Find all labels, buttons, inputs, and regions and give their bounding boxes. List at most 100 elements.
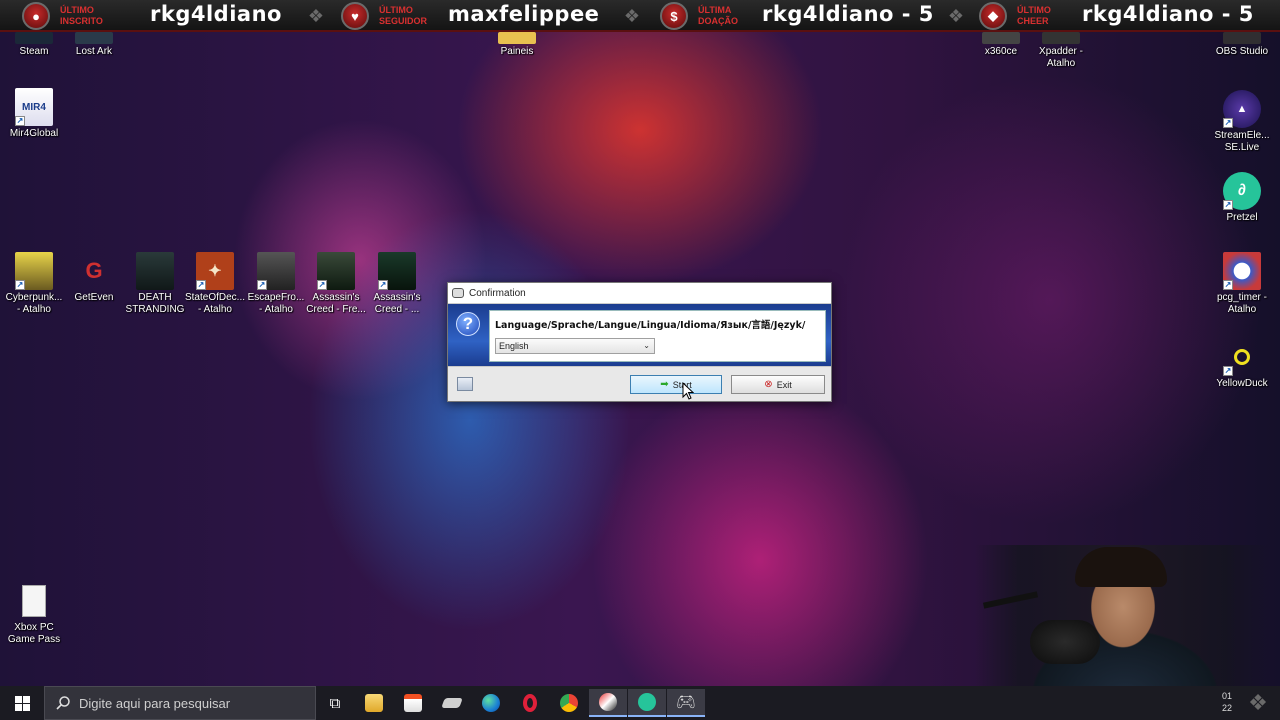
desktop-icon-assassins-1[interactable]: ↗ Assassin's Creed - Fre... — [305, 252, 367, 316]
opera-button[interactable] — [511, 689, 549, 717]
icon-label: Lost Ark — [75, 46, 113, 57]
pretzel-icon — [638, 693, 656, 711]
search-input[interactable] — [79, 695, 299, 711]
desktop-icon-lost-ark[interactable]: Lost Ark — [63, 32, 125, 58]
language-select-value: English — [499, 341, 529, 351]
file-explorer-button[interactable] — [355, 689, 393, 717]
overlay-corner-ornament: ❖ — [1248, 690, 1268, 715]
arrow-right-icon: ➡ — [660, 379, 669, 390]
desktop-icon-paineis[interactable]: Paineis — [486, 32, 548, 58]
icon-label: StateOfDec... - Atalho — [184, 292, 246, 315]
close-circle-icon: ⊗ — [764, 379, 773, 390]
desktop-icon-xpadder[interactable]: Xpadder - Atalho — [1030, 32, 1092, 70]
desktop-icon-assassins-2[interactable]: ↗ Assassin's Creed - ... — [366, 252, 428, 316]
document-icon — [15, 582, 53, 620]
webcam-person-hair — [1075, 547, 1167, 587]
dialog-body: ? Language/Sprache/Langue/Lingua/Idioma/… — [448, 304, 831, 366]
desktop-icon-pretzel[interactable]: ∂ ↗ Pretzel — [1211, 172, 1273, 224]
overlay-value: rkg4ldiano — [150, 2, 282, 26]
desktop-icon-mir4[interactable]: MIR4 ↗ Mir4Global — [3, 88, 65, 140]
start-button[interactable]: ➡ Start — [630, 375, 722, 394]
overlay-divider-ornament: ❖ — [623, 6, 641, 26]
taskbar-search[interactable] — [44, 686, 316, 720]
desktop-icon-xbox[interactable]: Xbox PC Game Pass — [3, 582, 65, 646]
webcam-overlay — [975, 545, 1270, 686]
app-button[interactable] — [433, 689, 471, 717]
desktop-icon-steam[interactable]: Steam — [3, 32, 65, 58]
desktop-icon-escapefrom[interactable]: ↗ EscapeFro... - Atalho — [245, 252, 307, 316]
icon-label: Mir4Global — [9, 128, 59, 139]
mouse-cursor-icon — [682, 382, 694, 400]
start-menu-button[interactable] — [0, 686, 44, 720]
overlay-value: rkg4ldiano - 5 — [1082, 2, 1254, 26]
streamelements-icon: ▲ ↗ — [1223, 90, 1261, 128]
icon-label: YellowDuck — [1216, 378, 1268, 389]
question-icon: ? — [456, 312, 480, 336]
stateofdecay-icon: ✦ ↗ — [196, 252, 234, 290]
mic-arm — [982, 591, 1039, 609]
task-view-button[interactable]: ⧉ — [316, 689, 354, 717]
store-button[interactable] — [394, 689, 432, 717]
cyberpunk-icon: ↗ — [15, 252, 53, 290]
desktop-icon-cyberpunk[interactable]: ↗ Cyberpunk... - Atalho — [3, 252, 65, 316]
window-icon — [457, 377, 473, 391]
icon-label: Xpadder - Atalho — [1039, 46, 1083, 69]
confirmation-dialog: Confirmation ? Language/Sprache/Langue/L… — [447, 282, 832, 402]
game-icon — [599, 693, 617, 711]
dialog-title: Confirmation — [469, 287, 526, 299]
exit-button[interactable]: ⊗ Exit — [731, 375, 825, 394]
dialog-title-bar[interactable]: Confirmation — [448, 283, 831, 304]
icon-label: x360ce — [984, 46, 1018, 57]
overlay-divider-ornament: ❖ — [947, 6, 965, 26]
microphone-icon — [1030, 620, 1100, 664]
file-explorer-icon — [365, 694, 383, 712]
icon-label: Cyberpunk... - Atalho — [5, 292, 63, 315]
exit-button-label: Exit — [776, 379, 792, 390]
overlay-label: Último seguidor — [379, 5, 428, 26]
controller-icon: 🎮︎ — [675, 694, 697, 711]
death-stranding-icon — [136, 252, 174, 290]
app-icon — [441, 698, 463, 708]
clock-time: 01 — [1221, 691, 1232, 701]
icon-label: Assassin's Creed - Fre... — [306, 292, 366, 315]
pretzel-button[interactable] — [628, 689, 666, 717]
overlay-label: Último inscrito — [60, 5, 103, 26]
obs-icon — [1223, 32, 1261, 44]
game-button[interactable] — [589, 689, 627, 717]
overlay-divider-ornament: ❖ — [307, 6, 325, 26]
desktop-icon-geteven[interactable]: G GetEven — [63, 252, 125, 304]
yellowduck-icon: ↗ — [1223, 338, 1261, 376]
escapefrom-icon: ↗ — [257, 252, 295, 290]
icon-label: DEATH STRANDING — [125, 292, 185, 315]
assassins-creed-icon: ↗ — [378, 252, 416, 290]
user-icon: ● — [22, 2, 50, 30]
overlay-label: Último cheer — [1017, 5, 1051, 26]
chrome-button[interactable] — [550, 689, 588, 717]
desktop-icon-pcg-timer[interactable]: ↗ pcg_timer - Atalho — [1211, 252, 1273, 316]
system-clock[interactable]: 01 22 — [1222, 690, 1232, 714]
opera-icon — [523, 694, 537, 712]
overlay-value: rkg4ldiano - 5 — [762, 2, 934, 26]
desktop-icon-stateofdecay[interactable]: ✦ ↗ StateOfDec... - Atalho — [184, 252, 246, 316]
controller-button[interactable]: 🎮︎ — [667, 689, 705, 717]
pcg-timer-icon: ↗ — [1223, 252, 1261, 290]
lost-ark-icon — [75, 32, 113, 44]
desktop-icon-death-stranding[interactable]: DEATH STRANDING — [124, 252, 186, 316]
language-select[interactable]: English ⌄ — [495, 338, 655, 354]
desktop-icon-streamelements[interactable]: ▲ ↗ StreamEle... SE.Live — [1211, 90, 1273, 154]
windows-logo-icon — [14, 695, 30, 711]
assassins-creed-icon: ↗ — [317, 252, 355, 290]
overlay-value: maxfelippee — [448, 2, 600, 26]
gamepad-icon — [452, 288, 464, 298]
edge-button[interactable] — [472, 689, 510, 717]
taskbar: ⧉ 🎮︎ 01 22 — [0, 686, 1280, 720]
icon-label: pcg_timer - Atalho — [1216, 292, 1267, 315]
chevron-down-icon: ⌄ — [643, 341, 650, 350]
steam-icon — [15, 32, 53, 44]
desktop-icon-x360ce[interactable]: x360ce — [970, 32, 1032, 58]
icon-label: Steam — [19, 46, 49, 57]
x360ce-icon — [982, 32, 1020, 44]
desktop-icon-obs[interactable]: OBS Studio — [1211, 32, 1273, 58]
icon-label: StreamEle... SE.Live — [1214, 130, 1270, 153]
desktop-icon-yellowduck[interactable]: ↗ YellowDuck — [1211, 338, 1273, 390]
